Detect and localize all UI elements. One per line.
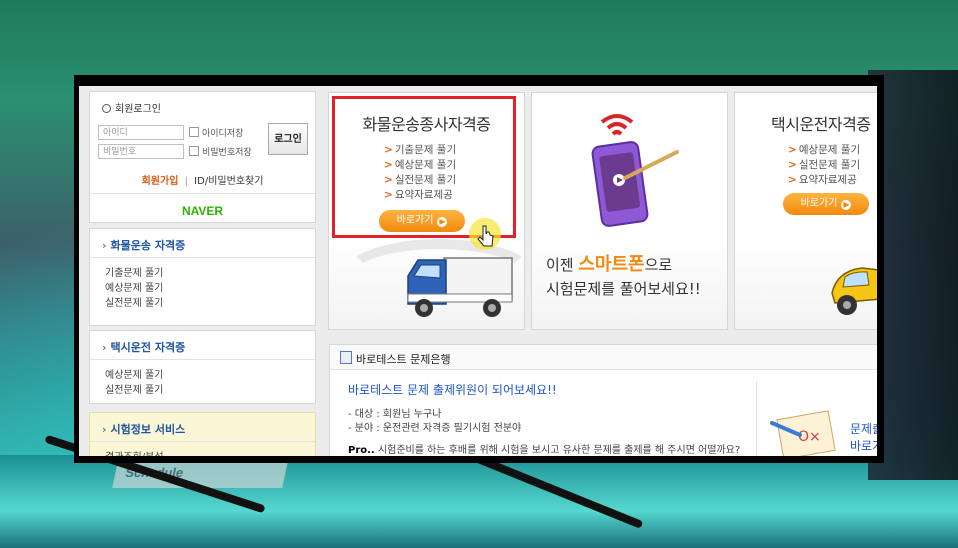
freight-cert-card[interactable]: 화물운송종사자격증 기출문제 풀기 예상문제 풀기 실전문제 풀기 요약자료제공… <box>328 92 525 330</box>
menu-title[interactable]: 화물운송 자격증 <box>102 237 186 253</box>
link-separator: | <box>184 176 188 187</box>
panel-right-line1: 문제출 <box>850 422 877 436</box>
menu-item-expected-exam[interactable]: 예상문제 풀기 <box>105 366 163 381</box>
promo-emphasis: 스마트폰 <box>578 254 645 275</box>
panel-header: 바로테스트 문제은행 <box>330 345 877 370</box>
menu-item-results[interactable]: 결과조회/분석 <box>105 448 164 456</box>
play-arrow-icon: ▶ <box>841 200 852 210</box>
save-password-label: 비밀번호저장 <box>202 148 252 158</box>
bullet-item[interactable]: 요약자료제공 <box>788 173 860 188</box>
go-button-label: 바로가기 <box>800 198 838 209</box>
exam-paper-icon: O× <box>770 410 836 456</box>
promo-post: 으로 <box>644 256 673 274</box>
panel-right-line2: 바로가 <box>850 439 877 453</box>
notepad-icon <box>340 351 352 364</box>
red-highlight-box <box>332 96 516 238</box>
login-button[interactable]: 로그인 <box>268 123 308 155</box>
naver-login-link[interactable]: NAVER <box>90 204 315 218</box>
checkbox-icon <box>189 146 199 156</box>
smartphone-promo-text: 이젠 스마트폰으로 시험문제를 풀어보세요!! <box>546 253 701 301</box>
truck-illustration <box>407 257 513 317</box>
panel-target-line: - 대상 : 회원님 누구나 <box>348 409 442 420</box>
taxi-cert-menu: 택시운전 자격증 예상문제 풀기 실전문제 풀기 <box>89 330 316 404</box>
smartphone-illustration <box>591 114 679 227</box>
taxi-cert-card[interactable]: 택시운전자격증 예상문제 풀기 실전문제 풀기 요약자료제공 바로가기▶ <box>734 92 877 330</box>
divider <box>90 359 315 360</box>
taxi-illustration <box>831 267 877 315</box>
exam-info-menu: 시험정보 서비스 결과조회/분석 <box>89 412 316 456</box>
panel-field-line: - 분야 : 운전관련 자격증 필기시험 전분야 <box>348 423 522 434</box>
id-input[interactable]: 아이디 <box>98 125 184 140</box>
smartphone-card[interactable]: 이젠 스마트폰으로 시험문제를 풀어보세요!! <box>531 92 728 330</box>
panel-title-link[interactable]: 바로테스트 문제 출제위원이 되어보세요!! <box>348 381 557 398</box>
menu-title[interactable]: 택시운전 자격증 <box>102 339 186 355</box>
divider <box>90 257 315 258</box>
question-bank-panel: 바로테스트 문제은행 바로테스트 문제 출제위원이 되어보세요!! - 대상 :… <box>329 344 877 456</box>
footnote-label: Pro.. <box>348 445 375 456</box>
divider <box>90 441 315 442</box>
footnote-text: 시험준비를 하는 후배를 위해 시험을 보시고 유사한 문제를 출제를 해 주시… <box>374 445 741 456</box>
save-password-checkbox[interactable]: 비밀번호저장 <box>189 145 252 158</box>
save-id-label: 아이디저장 <box>202 129 244 139</box>
menu-item-practice-exam[interactable]: 실전문제 풀기 <box>105 294 163 309</box>
card-title: 택시운전자격증 <box>771 115 871 134</box>
find-account-link[interactable]: ID/비밀번호찾기 <box>194 176 263 187</box>
website-screen: 회원로그인 아이디 비밀번호 아이디저장 비밀번호저장 로그인 회원가입 | I… <box>79 86 877 456</box>
cursor-icon <box>469 218 501 250</box>
menu-title[interactable]: 시험정보 서비스 <box>102 421 186 437</box>
panel-right-link[interactable]: 문제출 바로가 <box>850 421 877 455</box>
checkbox-icon <box>189 127 199 137</box>
login-title: 회원로그인 <box>102 100 161 115</box>
promo-line2: 시험문제를 풀어보세요!! <box>546 280 701 298</box>
login-box: 회원로그인 아이디 비밀번호 아이디저장 비밀번호저장 로그인 회원가입 | I… <box>89 91 316 223</box>
login-title-text: 회원로그인 <box>115 104 161 115</box>
freight-cert-menu: 화물운송 자격증 기출문제 풀기 예상문제 풀기 실전문제 풀기 <box>89 228 316 326</box>
menu-item-expected-exam[interactable]: 예상문제 풀기 <box>105 279 163 294</box>
panel-footnote: Pro.. 시험준비를 하는 후배를 위해 시험을 보시고 유사한 문제를 출제… <box>348 441 740 456</box>
svg-text:O×: O× <box>798 429 821 445</box>
divider <box>90 193 315 194</box>
panel-header-title: 바로테스트 문제은행 <box>356 353 451 366</box>
go-button[interactable]: 바로가기 ▶ <box>783 193 869 215</box>
bullet-item[interactable]: 예상문제 풀기 <box>788 143 860 158</box>
join-link[interactable]: 회원가입 <box>142 176 179 187</box>
divider <box>756 381 757 456</box>
promo-pre: 이젠 <box>546 256 579 274</box>
card-bullets: 예상문제 풀기 실전문제 풀기 요약자료제공 <box>788 143 860 188</box>
login-links: 회원가입 | ID/비밀번호찾기 <box>90 172 315 187</box>
password-input[interactable]: 비밀번호 <box>98 144 184 159</box>
circle-icon <box>102 104 111 113</box>
menu-item-practice-exam[interactable]: 실전문제 풀기 <box>105 381 163 396</box>
save-id-checkbox[interactable]: 아이디저장 <box>189 126 243 139</box>
menu-item-past-exam[interactable]: 기출문제 풀기 <box>105 264 163 279</box>
bullet-item[interactable]: 실전문제 풀기 <box>788 158 860 173</box>
